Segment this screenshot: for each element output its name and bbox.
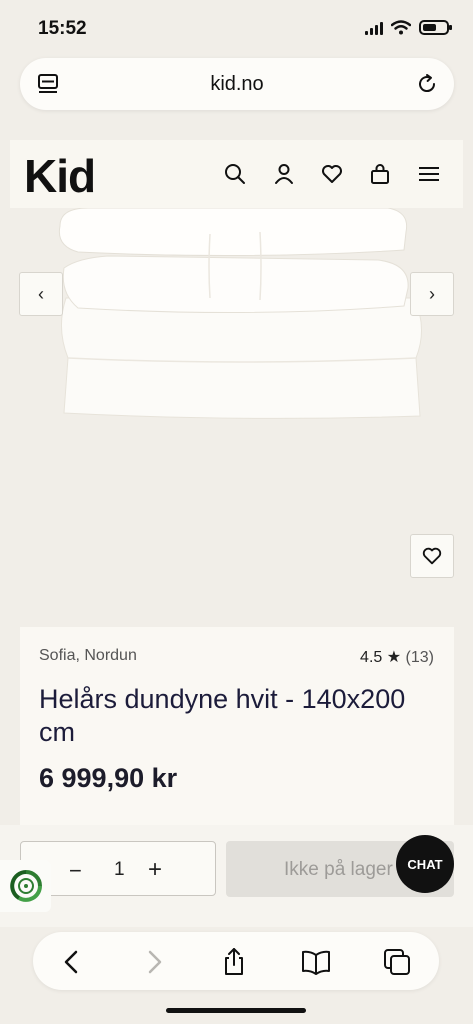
star-icon: ★	[386, 649, 402, 666]
product-title: Helårs dundyne hvit - 140x200 cm	[39, 684, 406, 747]
recycle-icon	[9, 870, 42, 902]
battery-icon	[419, 20, 452, 35]
status-icons	[365, 20, 452, 35]
status-time: 15:52	[38, 18, 87, 39]
kid-logo[interactable]: Kid	[24, 149, 96, 203]
heart-icon	[422, 547, 442, 565]
chevron-right-icon: ›	[429, 283, 435, 304]
status-bar: 15:52	[0, 0, 473, 52]
shopping-bag-icon[interactable]	[368, 162, 392, 186]
home-indicator	[166, 1008, 306, 1013]
product-image	[58, 208, 422, 419]
wifi-icon	[391, 20, 411, 35]
cellular-signal-icon	[365, 21, 383, 35]
back-icon[interactable]	[57, 947, 87, 977]
search-icon[interactable]	[223, 162, 247, 186]
product-brand[interactable]: Sofia, Nordun	[39, 647, 137, 665]
rating-value: 4.5	[360, 649, 383, 666]
rating-count: (13)	[405, 649, 434, 666]
quantity-increase-button[interactable]: +	[148, 856, 162, 884]
url-text[interactable]: kid.no	[20, 73, 454, 96]
add-to-wishlist-button[interactable]	[410, 534, 454, 578]
tabs-icon[interactable]	[382, 947, 412, 977]
share-icon[interactable]	[219, 947, 249, 977]
site-header: Kid	[10, 140, 463, 208]
address-bar[interactable]: kid.no	[20, 58, 454, 110]
quantity-value[interactable]: 1	[114, 859, 125, 881]
product-price: 6 999,90 kr	[39, 763, 178, 793]
wishlist-icon[interactable]	[320, 162, 344, 186]
carousel-next-button[interactable]: ›	[410, 272, 454, 316]
reload-icon[interactable]	[415, 72, 439, 96]
product-info-card: Sofia, Nordun 4.5 ★ (13) Helårs dundyne …	[20, 627, 454, 837]
account-icon[interactable]	[272, 162, 296, 186]
eco-badge[interactable]	[0, 860, 51, 912]
forward-icon[interactable]	[139, 947, 169, 977]
chevron-left-icon: ‹	[38, 283, 44, 304]
product-rating[interactable]: 4.5 ★ (13)	[360, 647, 434, 667]
quantity-decrease-button[interactable]: −	[69, 858, 82, 884]
bookmarks-icon[interactable]	[301, 947, 331, 977]
chat-button[interactable]: CHAT	[396, 835, 454, 893]
carousel-prev-button[interactable]: ‹	[19, 272, 63, 316]
browser-toolbar	[33, 932, 439, 990]
menu-icon[interactable]	[417, 162, 441, 186]
